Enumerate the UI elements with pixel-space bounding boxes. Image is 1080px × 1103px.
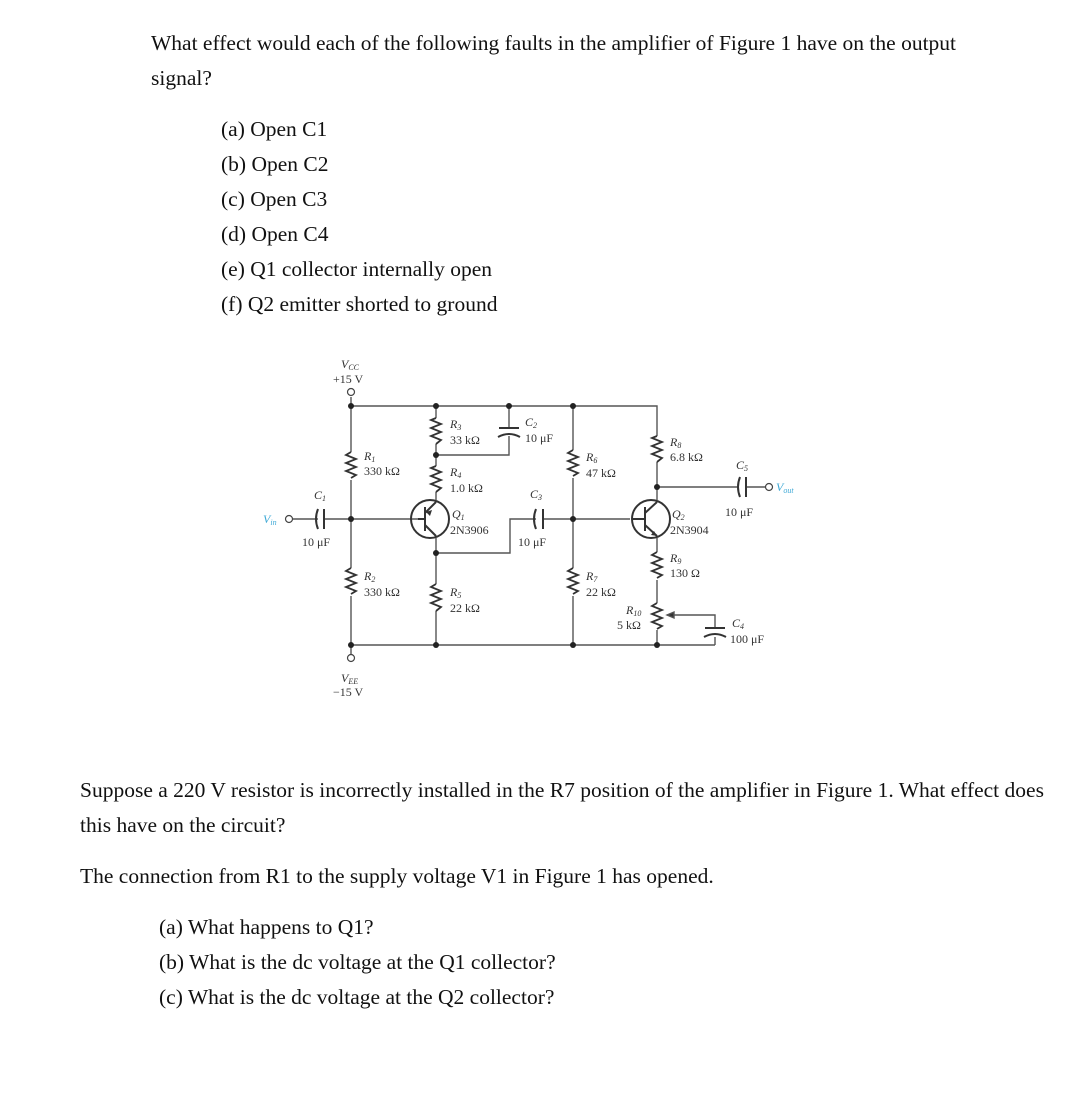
vcc-rail — [350, 397, 658, 436]
question-3-prompt: The connection from R1 to the supply vol… — [80, 864, 714, 888]
question-3-list: (a) What happens to Q1? (b) What is the … — [159, 910, 556, 1015]
resistor-r9 — [649, 551, 665, 579]
q1-label: Q1 — [452, 507, 465, 522]
resistor-r5 — [428, 583, 444, 612]
c2-branch — [436, 406, 510, 456]
r2-value: 330 kΩ — [364, 585, 400, 599]
r5-label: R5 — [449, 585, 461, 600]
r5-value: 22 kΩ — [450, 601, 480, 615]
vee-label: VEE — [341, 671, 358, 686]
r4-label: R4 — [449, 465, 461, 480]
c3-value: 10 μF — [518, 535, 546, 549]
r6-value: 47 kΩ — [586, 466, 616, 480]
vout-label: Vout — [776, 480, 794, 495]
vcc-value: +15 V — [333, 372, 364, 386]
amplifier-circuit-figure: VCC +15 V VEE −15 V Vin Vout R1 330 kΩ R… — [263, 357, 794, 699]
r8-label: R8 — [669, 435, 681, 450]
r1-label: R1 — [363, 449, 375, 464]
r2-label: R2 — [363, 569, 375, 584]
vcc-terminal — [346, 387, 356, 397]
resistor-r4 — [428, 465, 444, 493]
resistor-r6 — [565, 449, 581, 477]
c5-value: 10 μF — [725, 505, 753, 519]
r4-value: 1.0 kΩ — [450, 481, 483, 495]
q1-part: 2N3906 — [450, 523, 489, 537]
question-2-prompt: Suppose a 220 V resistor is incorrectly … — [80, 778, 1044, 837]
c5-label: C5 — [736, 458, 748, 473]
r1-value: 330 kΩ — [364, 464, 400, 478]
r3-label: R3 — [449, 417, 461, 432]
wiper-arrow — [665, 610, 675, 620]
resistor-r1 — [343, 451, 359, 479]
c4-label: C4 — [732, 616, 744, 631]
c4-branch — [667, 614, 716, 645]
vin-label: Vin — [263, 512, 277, 527]
r8-value: 6.8 kΩ — [670, 450, 703, 464]
c1-label: C1 — [314, 488, 326, 503]
r10-label: R10 — [625, 603, 641, 618]
resistor-r7 — [565, 567, 581, 595]
resistor-r2 — [343, 567, 359, 595]
vin-terminal — [284, 514, 294, 524]
resistor-r3 — [428, 417, 444, 445]
transistor-q2 — [631, 499, 671, 539]
r7-label: R7 — [585, 569, 598, 584]
q2-label: Q2 — [672, 507, 685, 522]
capacitor-c2 — [497, 427, 521, 438]
c2-label: C2 — [525, 415, 537, 430]
vout-terminal — [764, 482, 774, 492]
c4-value: 100 μF — [730, 632, 764, 646]
c3-label: C3 — [530, 487, 542, 502]
r10-value: 5 kΩ — [617, 618, 641, 632]
q2-part: 2N3904 — [670, 523, 709, 537]
junction-dots — [348, 403, 660, 648]
potentiometer-r10 — [649, 602, 665, 630]
question-3-item: (c) What is the dc voltage at the Q2 col… — [159, 985, 555, 1009]
r3-value: 33 kΩ — [450, 433, 480, 447]
capacitor-c5 — [737, 476, 747, 498]
r9-label: R9 — [669, 551, 681, 566]
resistor-r8 — [649, 435, 665, 463]
r7-value: 22 kΩ — [586, 585, 616, 599]
vcc-label: VCC — [341, 357, 360, 372]
c1-value: 10 μF — [302, 535, 330, 549]
r6-label: R6 — [585, 450, 597, 465]
question-3-item: (b) What is the dc voltage at the Q1 col… — [159, 950, 556, 974]
c2-value: 10 μF — [525, 431, 553, 445]
question-3-item: (a) What happens to Q1? — [159, 915, 374, 939]
vee-terminal — [346, 653, 356, 663]
r9-value: 130 Ω — [670, 566, 700, 580]
vee-value: −15 V — [333, 685, 364, 699]
capacitor-c4 — [703, 627, 727, 638]
